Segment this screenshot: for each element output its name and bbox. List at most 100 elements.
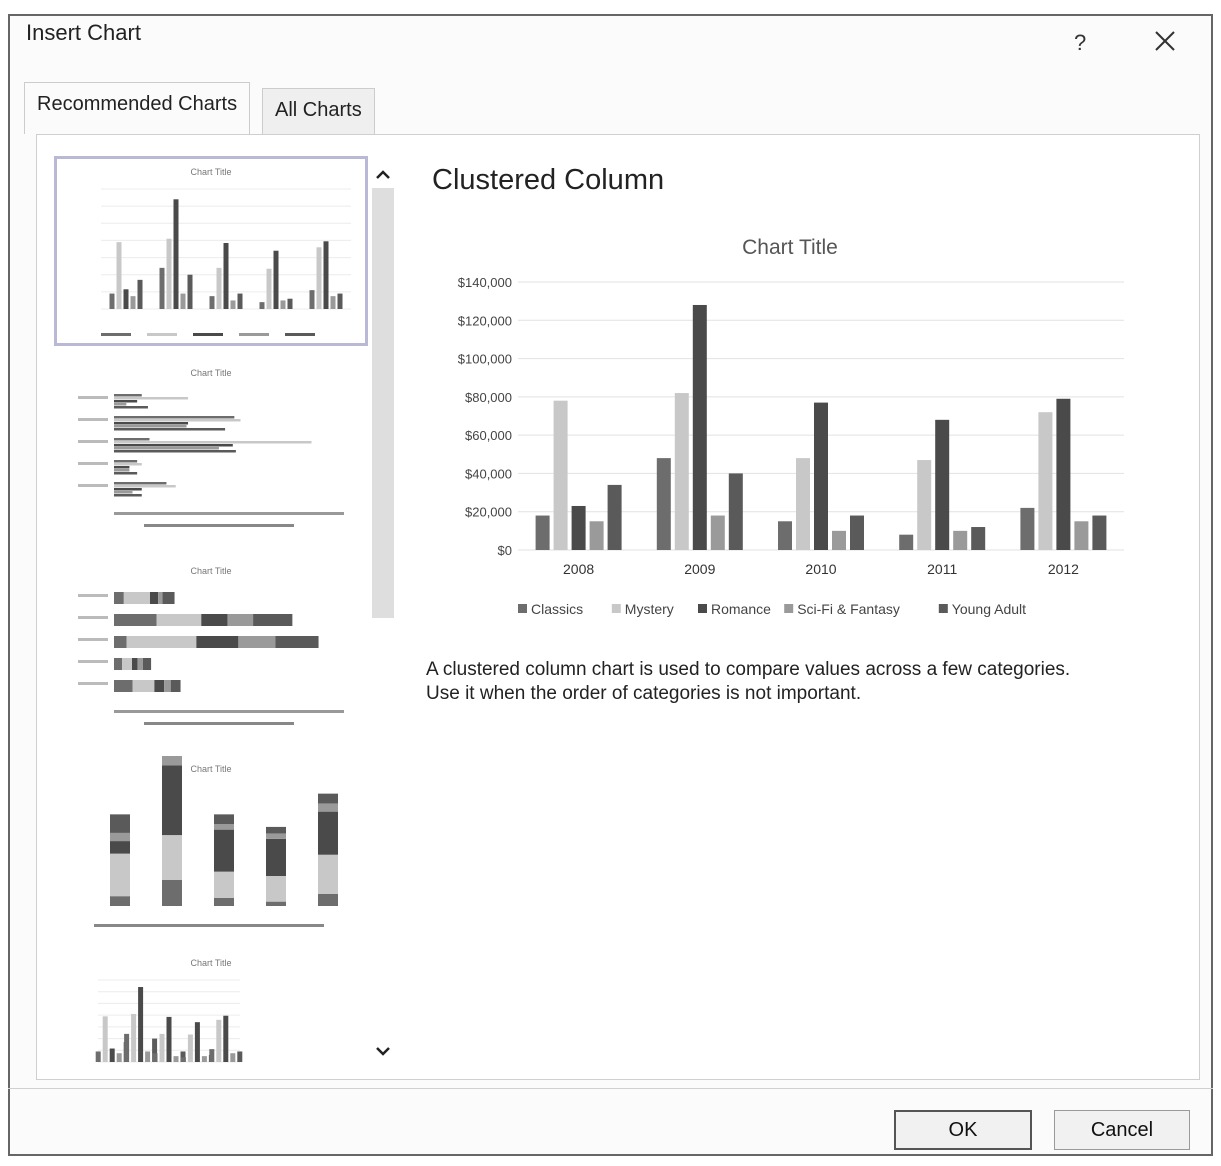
thumbnail-chart-preview [94,756,338,927]
thumbnail-stacked-column[interactable]: Chart Title [54,756,368,936]
thumb-bar [109,293,115,309]
thumb-bar [114,592,124,604]
thumb-bar [266,876,286,902]
thumbnail-title: Chart Title [190,167,232,177]
thumb-bar [216,267,222,309]
legend-swatch [938,604,948,613]
bar-young-adult-2009 [728,473,743,550]
thumb-bar [114,438,150,441]
thumb-bar [145,1051,151,1062]
thumbnail-title: Chart Title [190,764,232,774]
thumb-bar [216,1019,222,1062]
thumb-bar [318,894,338,906]
thumb-axis-ticks [114,512,344,515]
thumb-legend [144,524,294,527]
thumb-bar [180,293,186,309]
thumb-bar [316,247,322,309]
bar-mystery-2008 [553,400,568,550]
cancel-button[interactable]: Cancel [1054,1110,1190,1150]
tab-recommended-charts[interactable]: Recommended Charts [24,82,251,134]
legend-label: Young Adult [952,601,1026,617]
thumb-bar [159,1033,165,1062]
thumb-axis-label [78,638,108,641]
x-tick-label: 2009 [684,561,715,577]
thumb-bar [180,1057,186,1062]
thumb-axis-label [78,682,108,685]
thumb-bar [266,901,286,906]
bar-romance-2009 [692,304,707,550]
ok-button[interactable]: OK [894,1110,1032,1150]
thumb-bar [162,765,182,836]
bar-mystery-2012 [1038,412,1053,550]
thumb-bar [173,1056,179,1062]
legend-label: Classics [531,601,583,617]
thumb-axis-label [78,616,108,619]
thumb-bar [109,1048,115,1062]
thumb-bar [266,838,286,876]
thumb-axis-label [78,484,108,487]
thumb-bar [330,296,336,309]
thumb-bar [114,491,133,494]
thumb-axis-label [78,396,108,399]
thumb-bar [214,814,234,825]
thumb-bar [214,829,234,872]
thumb-bar [114,466,130,469]
thumb-bar [230,300,236,309]
bar-classics-2012 [1020,507,1035,550]
legend-swatch [611,604,621,613]
bar-romance-2010 [814,402,828,550]
thumb-bar [123,289,129,309]
bar-mystery-2009 [674,393,689,550]
thumbnail-stacked-bar[interactable]: Chart Title [54,558,368,738]
thumb-bar [116,242,122,309]
bar-young-adult-2008 [607,484,622,550]
chart-description: A clustered column chart is used to comp… [426,658,1186,706]
thumb-bar [130,296,136,309]
legend-label: Mystery [625,601,674,617]
thumbnail-clustered-column[interactable]: Chart Title [54,156,368,346]
bar-mystery-2011 [917,460,932,550]
thumb-legend-swatch [193,333,223,336]
thumb-legend-swatch [147,333,177,336]
thumb-bar [110,841,130,854]
thumb-bar [273,250,279,309]
thumb-bar [170,680,181,692]
y-tick-label: $40,000 [465,466,512,481]
thumb-bar [137,658,143,670]
thumb-bar [114,447,219,450]
thumb-bar [237,1051,243,1062]
thumb-bar [116,1053,122,1062]
thumbnails-scrollbar[interactable] [370,160,396,1070]
y-tick-label: $20,000 [465,505,512,520]
thumb-bar [114,472,138,475]
chevron-up-icon[interactable] [370,162,396,188]
legend-swatch [518,604,527,613]
thumb-bar [214,871,234,898]
y-tick-label: $120,000 [458,313,512,328]
close-icon[interactable] [1150,26,1180,56]
thumb-bar [238,636,276,648]
thumbnail-clustered-column-alt[interactable]: Chart Title [54,950,368,1070]
thumb-axis-label [78,660,108,663]
thumb-legend-swatch [239,333,269,336]
bar-sci-fi-fantasy-2012 [1074,521,1089,550]
bar-sci-fi-fantasy-2008 [589,521,604,550]
bar-romance-2012 [1056,398,1071,550]
thumbnail-clustered-bar[interactable]: Chart Title [54,360,368,540]
legend-swatch [698,604,707,613]
bar-young-adult-2012 [1092,515,1107,550]
bar-sci-fi-fantasy-2009 [710,515,725,550]
chevron-down-icon[interactable] [370,1038,396,1064]
thumb-bar [318,854,338,894]
help-button[interactable]: ? [1074,30,1086,56]
thumb-bar [223,243,229,309]
dialog-title: Insert Chart [26,20,141,45]
scrollbar-thumb[interactable] [372,188,394,618]
tab-all-charts[interactable]: All Charts [262,88,375,134]
thumb-bar [152,1053,158,1062]
thumb-bar [162,592,175,604]
x-tick-label: 2012 [1048,561,1079,577]
thumb-bar [194,1022,200,1062]
thumb-bar [114,428,226,431]
thumb-bar [110,832,130,842]
